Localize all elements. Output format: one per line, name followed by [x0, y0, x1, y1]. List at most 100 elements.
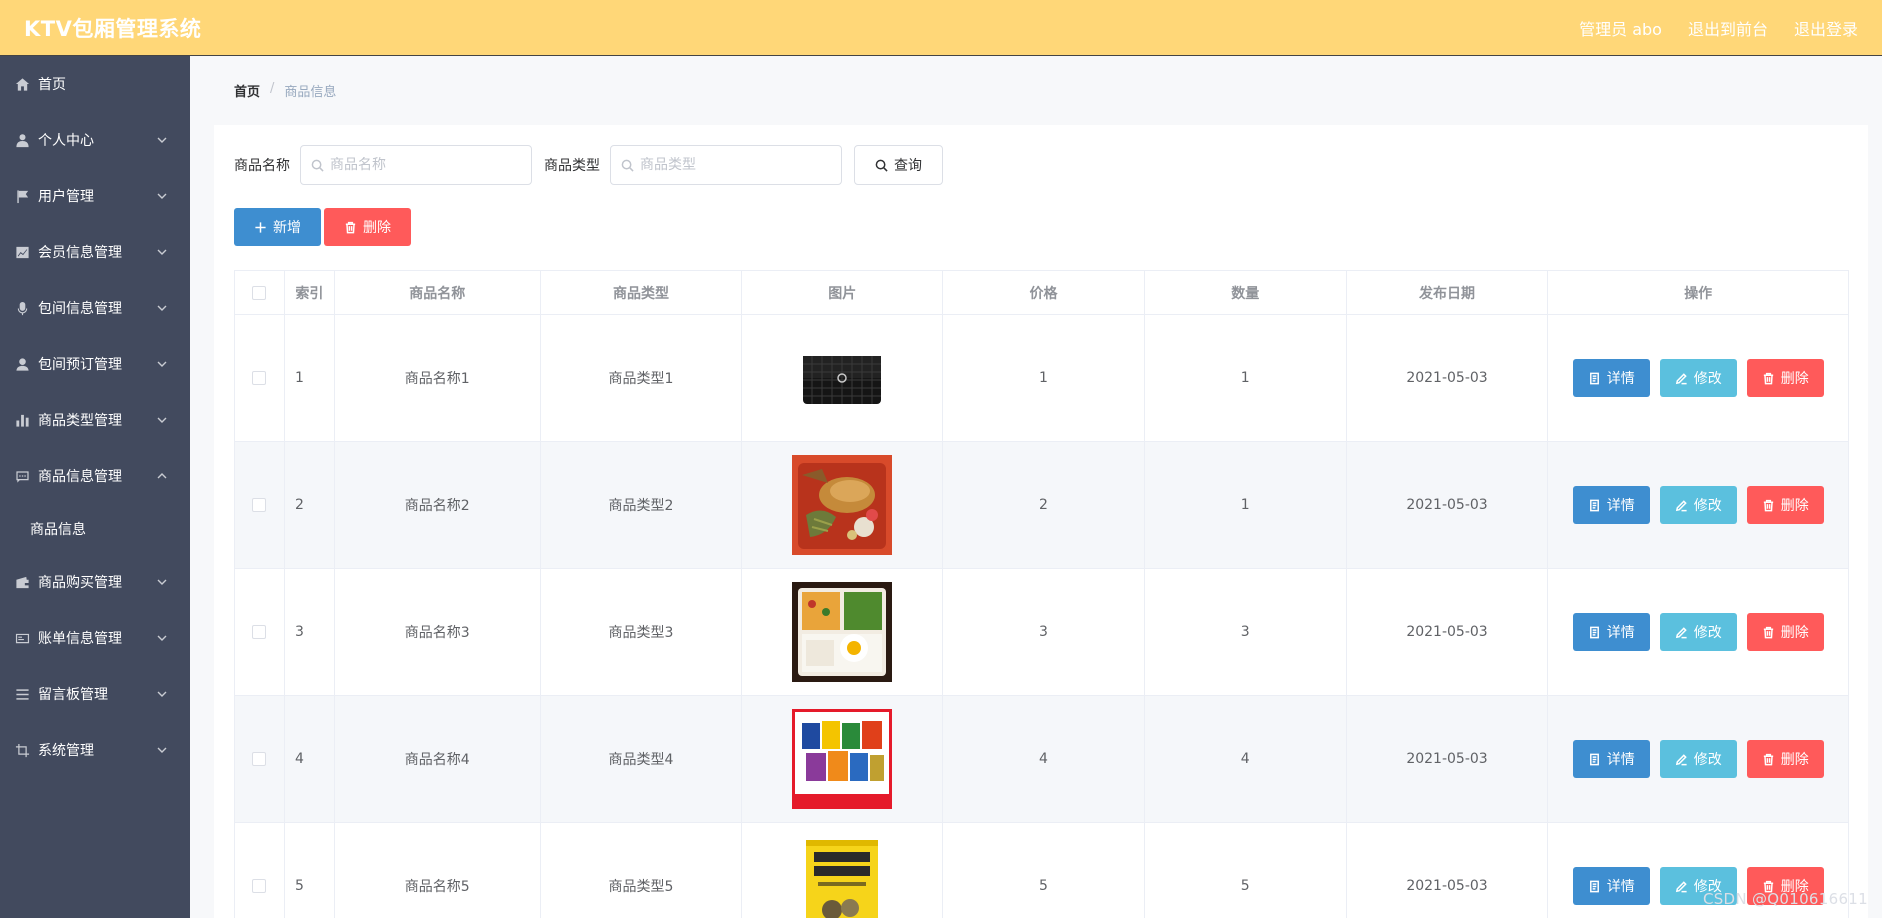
document-icon — [1589, 880, 1599, 892]
sidebar-item-label: 包间预订管理 — [38, 357, 122, 373]
edit-button[interactable]: 修改 — [1659, 486, 1737, 524]
cell-type: 商品类型1 — [541, 315, 743, 441]
sidebar-item-member[interactable]: 会员信息管理 — [0, 224, 190, 280]
cell-price: 1 — [943, 315, 1145, 441]
row-checkbox[interactable] — [252, 752, 267, 766]
cell-quantity: 4 — [1145, 696, 1347, 822]
detail-button[interactable]: 详情 — [1572, 613, 1650, 651]
home-icon — [14, 76, 30, 92]
cell-date: 2021-05-03 — [1347, 823, 1549, 918]
trash-icon — [345, 221, 356, 233]
edit-button[interactable]: 修改 — [1659, 740, 1737, 778]
submenu-item-goods-info[interactable]: 商品信息 — [0, 504, 190, 554]
detail-button-label: 详情 — [1606, 879, 1635, 895]
sidebar-item-users[interactable]: 用户管理 — [0, 168, 190, 224]
sidebar-item-message-board[interactable]: 留言板管理 — [0, 666, 190, 722]
delete-button-label: 删除 — [1780, 625, 1809, 641]
chevron-down-icon — [156, 688, 168, 700]
detail-button-label: 详情 — [1606, 752, 1635, 768]
cell-name: 商品名称1 — [335, 315, 541, 441]
edit-button[interactable]: 修改 — [1659, 613, 1737, 651]
cell-index: 5 — [285, 823, 335, 918]
cell-date: 2021-05-03 — [1347, 315, 1549, 441]
edit-icon — [1675, 372, 1687, 384]
edit-button-label: 修改 — [1693, 371, 1722, 387]
detail-button[interactable]: 详情 — [1572, 359, 1650, 397]
wallet-icon — [14, 574, 30, 590]
chevron-up-icon — [156, 470, 168, 482]
header-type: 商品类型 — [541, 271, 743, 314]
chevron-down-icon — [156, 358, 168, 370]
document-icon — [1589, 753, 1599, 765]
detail-button-label: 详情 — [1606, 498, 1635, 514]
breadcrumb-home[interactable]: 首页 — [234, 81, 260, 100]
sidebar-item-label: 系统管理 — [38, 743, 94, 759]
row-checkbox[interactable] — [252, 625, 267, 639]
type-search-field[interactable] — [610, 145, 842, 185]
sidebar-item-goods-type[interactable]: 商品类型管理 — [0, 392, 190, 448]
cell-name: 商品名称4 — [335, 696, 541, 822]
document-icon — [1589, 499, 1599, 511]
chevron-down-icon — [156, 576, 168, 588]
query-button[interactable]: 查询 — [854, 145, 943, 185]
sidebar-item-bill[interactable]: 账单信息管理 — [0, 610, 190, 666]
cell-image — [742, 569, 944, 695]
batch-delete-button[interactable]: 删除 — [324, 208, 411, 246]
sidebar-item-profile[interactable]: 个人中心 — [0, 112, 190, 168]
name-search-label: 商品名称 — [234, 158, 290, 174]
cell-image — [742, 823, 944, 918]
sidebar-item-goods-purchase[interactable]: 商品购买管理 — [0, 554, 190, 610]
row-checkbox[interactable] — [252, 498, 267, 512]
row-checkbox[interactable] — [252, 879, 267, 893]
cell-index: 2 — [285, 442, 335, 568]
table-row: 5 商品名称5 商品类型5 5 5 2021-05-03 详情 修改 删除 — [235, 823, 1848, 918]
sidebar-item-label: 首页 — [38, 77, 66, 93]
edit-icon — [1675, 753, 1687, 765]
cell-type: 商品类型2 — [541, 442, 743, 568]
watermark: CSDN @Q010616611 — [1702, 890, 1868, 908]
name-search-input[interactable] — [330, 157, 520, 173]
delete-button[interactable]: 删除 — [1746, 359, 1824, 397]
header-select-all[interactable] — [235, 271, 285, 314]
sidebar-item-system[interactable]: 系统管理 — [0, 722, 190, 778]
cell-type: 商品类型3 — [541, 569, 743, 695]
table-row: 4 商品名称4 商品类型4 4 4 2021-05-03 详情 修改 删除 — [235, 696, 1848, 823]
bento-image — [792, 582, 893, 682]
sidebar-item-room-info[interactable]: 包间信息管理 — [0, 280, 190, 336]
sidebar-item-room-booking[interactable]: 包间预订管理 — [0, 336, 190, 392]
fried-chicken-image — [792, 455, 893, 555]
sidebar-item-goods-info[interactable]: 商品信息管理 — [0, 448, 190, 504]
type-search-label: 商品类型 — [544, 158, 600, 174]
cell-index: 4 — [285, 696, 335, 822]
edit-button-label: 修改 — [1693, 625, 1722, 641]
row-checkbox[interactable] — [252, 371, 267, 385]
search-bar: 商品名称 商品类型 查询 — [234, 145, 943, 185]
table-row: 1 商品名称1 商品类型1 1 1 2021-05-03 详情 修改 删除 — [235, 315, 1848, 442]
back-to-front-link[interactable]: 退出到前台 — [1688, 16, 1768, 40]
cell-name: 商品名称5 — [335, 823, 541, 918]
edit-button[interactable]: 修改 — [1659, 359, 1737, 397]
delete-button[interactable]: 删除 — [1746, 486, 1824, 524]
type-search-input[interactable] — [640, 157, 830, 173]
row-checkbox-cell — [235, 823, 285, 918]
batch-delete-button-label: 删除 — [363, 220, 391, 236]
plus-icon — [255, 221, 266, 233]
sidebar-item-label: 个人中心 — [38, 133, 94, 149]
header-quantity: 数量 — [1145, 271, 1347, 314]
chevron-down-icon — [156, 302, 168, 314]
add-button[interactable]: 新增 — [234, 208, 321, 246]
detail-button[interactable]: 详情 — [1572, 486, 1650, 524]
name-search-field[interactable] — [300, 145, 532, 185]
sidebar-item-label: 账单信息管理 — [38, 631, 122, 647]
select-all-checkbox[interactable] — [252, 285, 267, 300]
sidebar-item-label: 包间信息管理 — [38, 301, 122, 317]
cell-type: 商品类型5 — [541, 823, 743, 918]
delete-button[interactable]: 删除 — [1746, 613, 1824, 651]
sidebar-item-home[interactable]: 首页 — [0, 56, 190, 112]
detail-button[interactable]: 详情 — [1572, 740, 1650, 778]
cell-quantity: 1 — [1145, 315, 1347, 441]
delete-button[interactable]: 删除 — [1746, 740, 1824, 778]
detail-button[interactable]: 详情 — [1572, 867, 1650, 905]
sidebar-item-label: 商品购买管理 — [38, 575, 122, 591]
logout-link[interactable]: 退出登录 — [1794, 16, 1858, 40]
